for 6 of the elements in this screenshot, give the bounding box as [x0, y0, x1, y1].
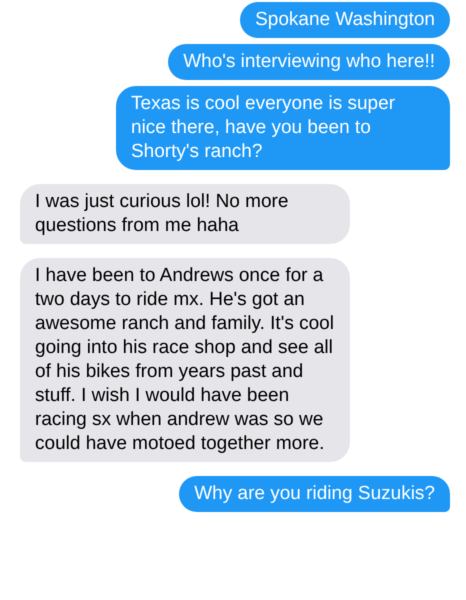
message-bubble: Who's interviewing who here!! — [168, 44, 450, 80]
message-bubble: Texas is cool everyone is super nice there, have you been to Shorty's ranch? — [116, 86, 450, 170]
message-bubble: I have been to Andrews once for a two days to ride mx. He's got an awesome ranch and family. It's cool going into his race shop and see all of his bikes from years past and stuff. I wish I would have been racing sx when andrew was so we could have motoed together more. — [20, 258, 350, 462]
message-bubble: Spokane Washington — [240, 2, 450, 38]
message-bubble: Why are you riding Suzukis? — [179, 476, 450, 512]
message-bubble: I was just curious lol! No more questions from me haha — [20, 184, 350, 244]
